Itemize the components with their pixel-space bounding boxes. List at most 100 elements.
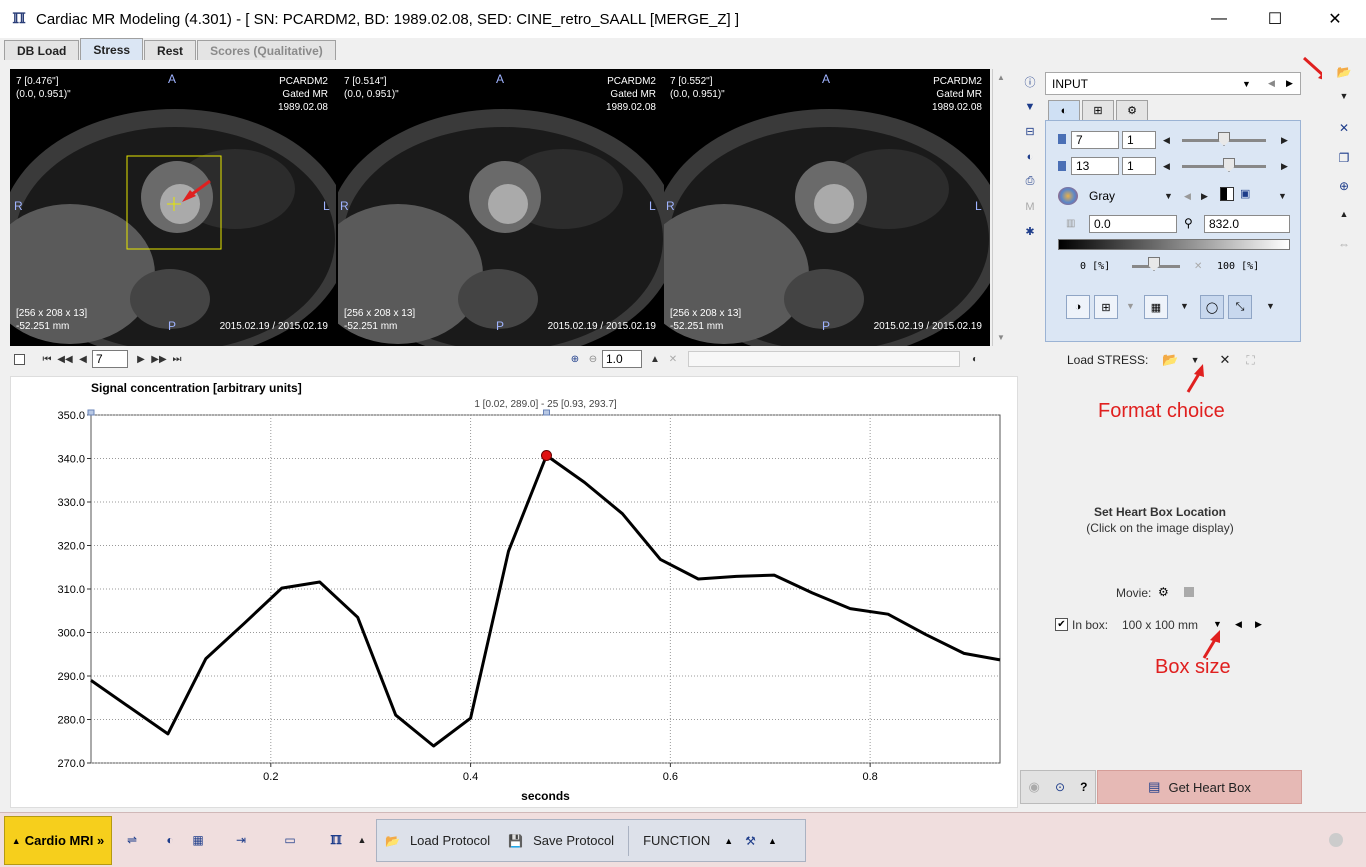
zoom-icon[interactable]: ⊕ [1330,176,1358,196]
horizontal-scrollbar[interactable] [688,351,960,367]
open-folder-icon[interactable]: 📂 [1162,352,1178,368]
tab-stress[interactable]: Stress [80,38,144,60]
zoom-out-icon[interactable]: ⊖ [584,350,602,368]
frame-prev-icon[interactable]: ◀ [1163,161,1170,172]
settings-gear-icon[interactable]: ✱ [1019,219,1041,244]
invert-icon[interactable] [1220,187,1234,201]
chevron-up-icon[interactable]: ▲ [646,350,664,368]
save-protocol-icon[interactable]: 💾 [508,834,523,848]
chevron-down-icon[interactable]: ▼ [1242,79,1251,89]
grid-mode-icon[interactable]: ⊞ [1094,295,1118,319]
tab-movie-icon[interactable]: ⚙ [1116,100,1148,120]
min-value-input[interactable]: 0.0 [1089,215,1177,233]
report-icon[interactable]: ▭ [272,830,308,850]
tab-grid-icon[interactable]: ⊞ [1082,100,1114,120]
zoom-in-icon[interactable]: ⊕ [566,350,584,368]
zoom-input[interactable]: 1.0 [602,350,642,368]
input-select[interactable]: INPUT ▼ ◀ ▶ [1045,72,1301,95]
fusion-icon[interactable]: ▣ [1240,187,1250,200]
scale-lock-icon[interactable]: ⚲ [1184,216,1193,230]
get-heart-box-button[interactable]: ▤ Get Heart Box [1097,770,1302,804]
cardio-mri-button[interactable]: ▲ Cardio MRI » [4,816,112,865]
movie-icon[interactable]: ⚙ [1158,585,1169,599]
slice-slider-thumb[interactable] [1218,132,1230,146]
image-pane-3[interactable]: 7 [0.552"] (0.0, 0.951)" PCARDM2 Gated M… [664,69,990,346]
maximize-button[interactable]: ☐ [1252,0,1298,38]
colortable-next-icon[interactable]: ▶ [1201,191,1208,202]
minimize-button[interactable]: — [1196,0,1242,38]
function-caret-icon[interactable]: ▲ [724,836,733,846]
fast-forward-icon[interactable]: ▶▶ [150,350,168,368]
stop-icon[interactable] [1184,587,1194,597]
image-pane-1[interactable]: 7 [0.476"] (0.0, 0.951)" PCARDM2 Gated M… [10,69,336,346]
frame-step-input[interactable]: 1 [1122,157,1156,175]
fusion-dropdown-icon[interactable]: ▼ [1278,191,1287,201]
colorbar[interactable] [1058,239,1290,250]
step-forward-icon[interactable]: ▶ [132,350,150,368]
box-size-next-icon[interactable]: ▶ [1255,619,1262,630]
mask-icon[interactable]: M [1019,194,1041,219]
reset-zoom-icon[interactable]: ✕ [664,350,682,368]
slice-step-input[interactable]: 1 [1122,131,1156,149]
box-size-value[interactable]: 100 x 100 mm [1122,618,1198,632]
transform-dropdown-icon[interactable]: ▼ [1266,301,1275,311]
load-protocol-button[interactable]: Load Protocol [410,833,490,848]
signal-chart[interactable]: 270.0 280.0 290.0 300.0 310.0 320.0 330.0 340.0… [10,376,1018,808]
close-data-icon[interactable]: ✕ [1330,118,1358,138]
first-frame-icon[interactable]: ⏮ [38,350,56,368]
slice-prev-icon[interactable]: ◀ [1163,135,1170,146]
colortable-icon[interactable] [1058,187,1078,205]
dropdown-icon[interactable]: ▼ [1019,94,1041,119]
open-dropdown-icon[interactable]: ▼ [1330,86,1358,106]
last-frame-icon[interactable]: ⏭ [168,350,186,368]
frame-next-icon[interactable]: ▶ [1281,161,1288,172]
collapse-icon[interactable]: ▲ [1330,204,1358,224]
help-icon[interactable]: ? [1080,780,1087,794]
scroll-down-icon[interactable]: ▼ [993,333,1009,342]
exit-icon[interactable]: ⇥ [222,830,260,850]
tab-contrast-icon[interactable]: ◐ [1048,100,1080,120]
layout-toggle-icon[interactable]: ◐ [966,350,984,368]
slice-input[interactable]: 7 [1071,131,1119,149]
info-icon[interactable]: ⓘ [1019,69,1041,94]
grid-dropdown-icon[interactable]: ▼ [1126,301,1135,311]
status-caret-up-icon[interactable]: ▲ [350,830,374,850]
prev-icon[interactable]: ◀ [1268,78,1275,89]
contrast-icon[interactable]: ◐ [1019,144,1041,169]
toggle-icon[interactable]: ◐ [158,830,182,850]
layout-icon[interactable]: ⊟ [1019,119,1041,144]
function-caret2-icon[interactable]: ▲ [768,836,777,846]
calculator-icon[interactable]: ▦ [186,830,210,850]
print-icon[interactable]: ⎙ [1019,169,1041,194]
open-file-icon[interactable]: 📂 [1330,62,1358,82]
raster-dropdown-icon[interactable]: ▼ [1180,301,1189,311]
transform-icon[interactable]: ⤡ [1228,295,1252,319]
raster-icon[interactable]: ▦ [1144,295,1168,319]
image-pane-2[interactable]: 7 [0.514"] (0.0, 0.951)" PCARDM2 Gated M… [338,69,664,346]
target-icon[interactable]: ⊙ [1055,780,1065,794]
viewer-scrollbar[interactable]: ▲ ▼ [992,69,1009,346]
in-box-checkbox[interactable]: ✔ [1055,618,1068,631]
checkbox-icon[interactable] [10,350,28,368]
frame-input-panel[interactable]: 13 [1071,157,1119,175]
max-value-input[interactable]: 832.0 [1204,215,1290,233]
next-icon[interactable]: ▶ [1286,78,1293,89]
status-circle-icon[interactable]: ◉ [1029,779,1040,795]
frame-input[interactable]: 7 [92,350,128,368]
tab-scores[interactable]: Scores (Qualitative) [197,40,336,60]
copy-icon[interactable]: ❐ [1330,148,1358,168]
box-size-prev-icon[interactable]: ◀ [1235,619,1242,630]
pct-reset-icon[interactable]: ✕ [1194,261,1202,272]
crop-icon[interactable]: ⛶ [1246,353,1254,368]
colortable-dropdown-icon[interactable]: ▼ [1164,191,1173,201]
pct-slider-thumb[interactable] [1148,257,1160,271]
clear-load-icon[interactable]: ✕ [1219,352,1230,368]
plug-icon[interactable]: ⇌ [120,830,144,850]
round-mode-icon[interactable]: ◯ [1200,295,1224,319]
pmod-logo-icon[interactable]: ℿ [324,830,348,850]
image-viewer[interactable]: 7 [0.476"] (0.0, 0.951)" PCARDM2 Gated M… [10,69,990,346]
overlay-mode-icon[interactable]: ◑ [1066,295,1090,319]
tab-rest[interactable]: Rest [144,40,197,60]
colortable-prev-icon[interactable]: ◀ [1184,191,1191,202]
close-button[interactable]: ✕ [1312,0,1358,38]
